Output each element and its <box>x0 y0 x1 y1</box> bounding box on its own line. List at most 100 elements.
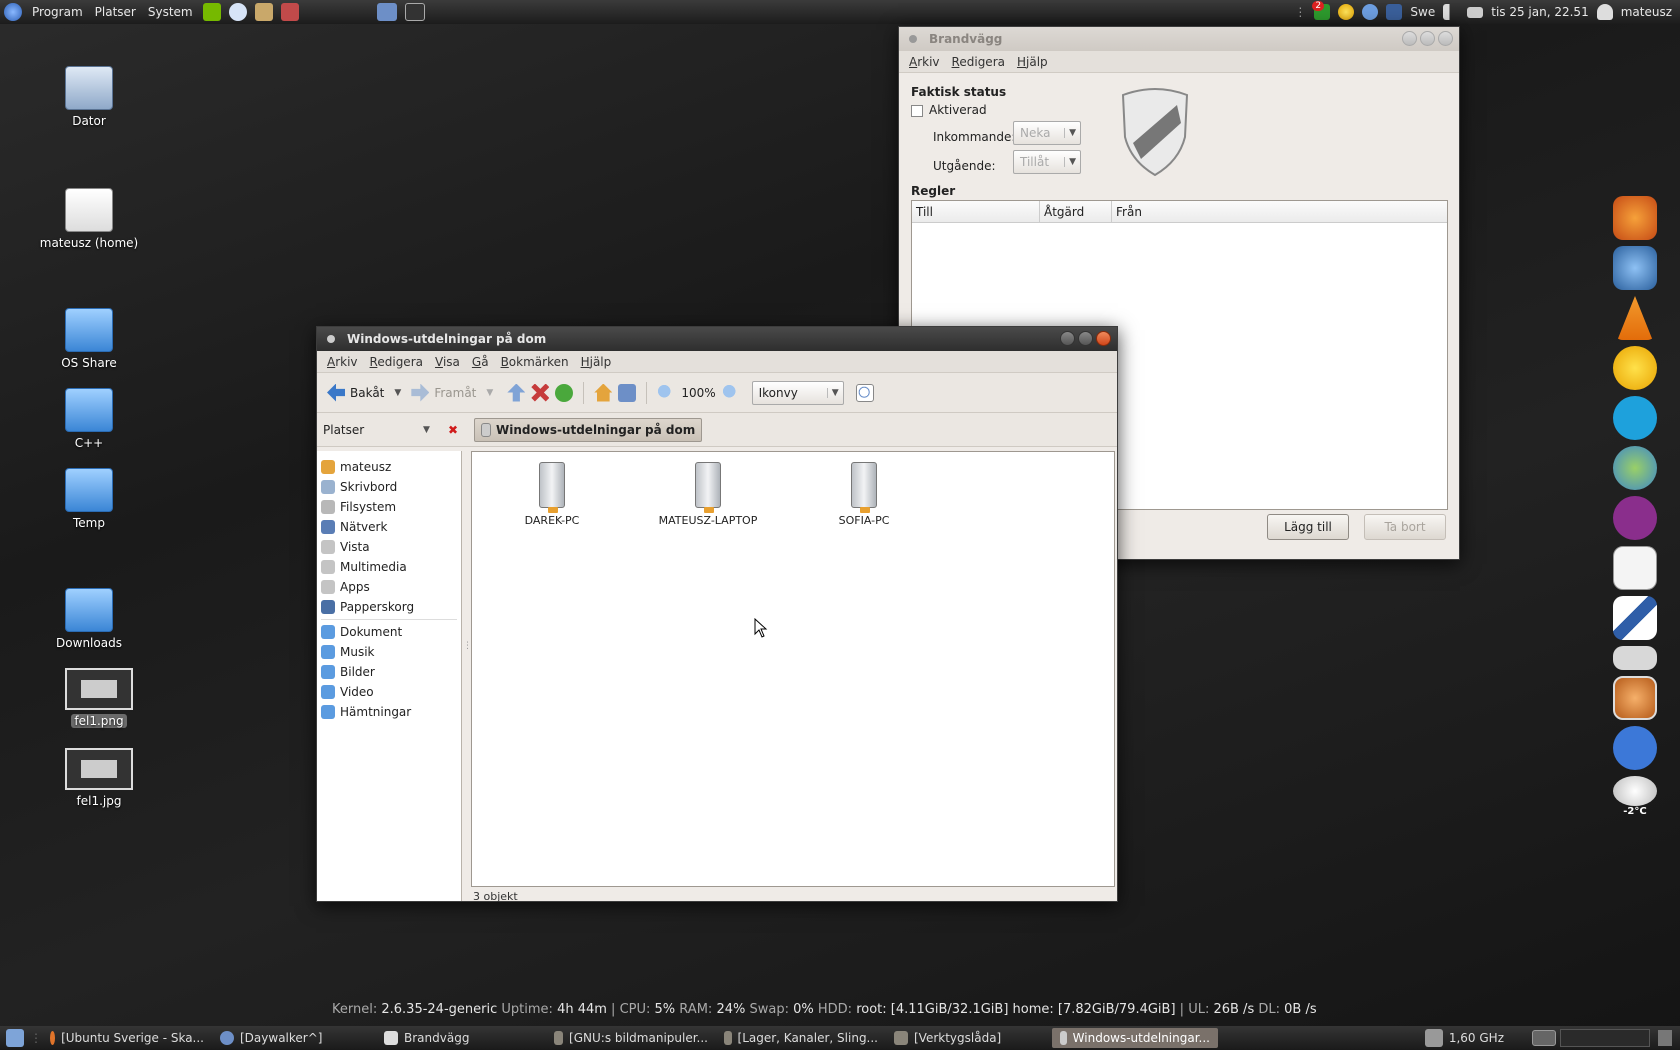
file-item-mateusz-laptop[interactable]: MATEUSZ-LAPTOP <box>648 462 768 527</box>
task-brandvagg[interactable]: Brandvägg <box>376 1028 546 1048</box>
workspace-switcher-icon[interactable] <box>1532 1030 1556 1046</box>
sidebar-item-hamtningar[interactable]: Hämtningar <box>317 702 461 722</box>
column-fran[interactable]: Från <box>1112 201 1447 222</box>
file-manager-titlebar[interactable]: Windows-utdelningar på dom <box>317 327 1117 351</box>
user-icon[interactable] <box>1596 4 1613 20</box>
close-sidebar-icon[interactable]: ✖ <box>448 423 458 437</box>
sidebar-item-multimedia[interactable]: Multimedia <box>317 557 461 577</box>
maximize-button[interactable] <box>1420 31 1435 46</box>
menu-bokmarken[interactable]: Bokmärken <box>495 355 575 369</box>
window-menu-icon[interactable] <box>909 35 917 43</box>
sidebar-item-papperskorg[interactable]: Papperskorg <box>317 597 461 617</box>
contacts-icon[interactable] <box>1362 4 1379 20</box>
menu-program[interactable]: Program <box>26 5 89 19</box>
desktop-icon-cpp[interactable]: C++ <box>34 388 144 450</box>
cpu-freq-icon[interactable] <box>1424 1029 1443 1047</box>
icon-view[interactable]: DAREK-PC MATEUSZ-LAPTOP SOFIA-PC <box>471 451 1115 887</box>
sidebar-item-mateusz[interactable]: mateusz <box>317 457 461 477</box>
enabled-row[interactable]: Aktiverad <box>911 103 987 117</box>
user-name[interactable]: mateusz <box>1621 5 1672 19</box>
search-icon[interactable] <box>1386 4 1403 20</box>
firewall-shield-icon[interactable] <box>1613 596 1657 640</box>
enabled-checkbox[interactable] <box>911 104 923 117</box>
firewall-titlebar[interactable]: Brandvägg <box>899 27 1459 51</box>
menu-arkiv[interactable]: Arkiv <box>321 355 364 369</box>
nvidia-icon[interactable] <box>202 3 221 21</box>
terminal-icon[interactable] <box>404 3 425 21</box>
search-icon[interactable] <box>855 383 874 402</box>
zoom-out-icon[interactable] <box>657 383 676 402</box>
window-menu-icon[interactable] <box>327 335 335 343</box>
zoom-in-icon[interactable] <box>721 383 740 402</box>
sidebar-item-vista[interactable]: Vista <box>317 537 461 557</box>
clock[interactable]: tis 25 jan, 22.51 <box>1491 5 1588 19</box>
task-windows-shares[interactable]: Windows-utdelningar... <box>1052 1028 1218 1048</box>
pidgin-dock-icon[interactable] <box>1613 726 1657 770</box>
task-daywalker[interactable]: [Daywalker^] <box>212 1028 376 1048</box>
sidebar-item-dokument[interactable]: Dokument <box>317 622 461 642</box>
file-item-darek-pc[interactable]: DAREK-PC <box>492 462 612 527</box>
desktop-icon-fel1-png[interactable]: fel1.png <box>44 668 154 728</box>
task-layers[interactable]: [Lager, Kanaler, Sling... <box>716 1028 886 1048</box>
column-atgard[interactable]: Åtgärd <box>1040 201 1112 222</box>
sun-icon[interactable] <box>1338 4 1355 20</box>
menu-hjalp[interactable]: Hjälp <box>1011 55 1054 69</box>
menu-system[interactable]: System <box>142 5 199 19</box>
document-icon[interactable] <box>1613 546 1657 590</box>
ubuntu-logo-icon[interactable] <box>4 3 22 21</box>
remove-rule-button[interactable]: Ta bort <box>1364 514 1446 540</box>
sidebar-item-apps[interactable]: Apps <box>317 577 461 597</box>
media-player-icon[interactable] <box>1613 496 1657 540</box>
desktop-icon-fel1-jpg[interactable]: fel1.jpg <box>44 748 154 808</box>
desktop-icon-os-share[interactable]: OS Share <box>34 308 144 370</box>
minimize-button[interactable] <box>1402 31 1417 46</box>
incoming-select[interactable]: Neka ▼ <box>1013 121 1081 145</box>
thunderbird-icon[interactable] <box>1613 246 1657 290</box>
back-history-chevron-icon[interactable]: ▼ <box>394 388 401 398</box>
cpu-frequency[interactable]: 1,60 GHz <box>1449 1031 1504 1045</box>
weather-cloud-icon[interactable] <box>1613 776 1657 806</box>
shell-icon[interactable] <box>1613 676 1657 720</box>
task-toolbox[interactable]: [Verktygslåda] <box>886 1028 1052 1048</box>
up-arrow-icon[interactable] <box>507 383 526 402</box>
minimize-button[interactable] <box>1060 331 1075 346</box>
show-desktop-icon[interactable] <box>6 1029 24 1047</box>
menu-redigera[interactable]: Redigera <box>946 55 1011 69</box>
workspace-2[interactable] <box>1560 1029 1650 1047</box>
printer-icon[interactable] <box>254 3 273 21</box>
maximize-button[interactable] <box>1078 331 1093 346</box>
trash-applet-icon[interactable] <box>1658 1030 1672 1046</box>
menu-hjalp[interactable]: Hjälp <box>575 355 618 369</box>
breadcrumb[interactable]: Windows-utdelningar på dom <box>474 417 703 442</box>
computer-icon[interactable] <box>618 383 637 402</box>
menu-arkiv[interactable]: Arkiv <box>903 55 946 69</box>
task-gimp[interactable]: [GNU:s bildmanipuler... <box>546 1028 716 1048</box>
column-till[interactable]: Till <box>912 201 1040 222</box>
menu-platser[interactable]: Platser <box>89 5 142 19</box>
task-ubuntu-sverige[interactable]: [Ubuntu Sverige - Ska... <box>42 1028 212 1048</box>
show-desktop-icon[interactable] <box>376 3 397 21</box>
sidebar-item-bilder[interactable]: Bilder <box>317 662 461 682</box>
update-notifier-icon[interactable]: 2 <box>1312 1 1331 20</box>
close-button[interactable] <box>1096 331 1111 346</box>
sidebar-item-skrivbord[interactable]: Skrivbord <box>317 477 461 497</box>
file-item-sofia-pc[interactable]: SOFIA-PC <box>804 462 924 527</box>
view-mode-select[interactable]: Ikonvy ▼ <box>751 380 844 405</box>
mail-icon[interactable] <box>1467 6 1484 18</box>
chevron-down-icon[interactable]: ▼ <box>423 425 430 435</box>
outgoing-select[interactable]: Tillåt ▼ <box>1013 150 1081 174</box>
keyboard-layout[interactable]: Swe <box>1410 5 1435 19</box>
pidgin-icon[interactable] <box>228 3 247 21</box>
vlc-icon[interactable] <box>1617 296 1653 340</box>
menu-redigera[interactable]: Redigera <box>364 355 429 369</box>
add-rule-button[interactable]: Lägg till <box>1267 514 1349 540</box>
package-icon[interactable] <box>280 3 299 21</box>
forward-history-chevron-icon[interactable]: ▼ <box>486 388 493 398</box>
desktop-icon-downloads[interactable]: Downloads <box>34 588 144 650</box>
weather-sun-icon[interactable] <box>1613 346 1657 390</box>
messenger-icon[interactable] <box>1613 446 1657 490</box>
sidebar-item-video[interactable]: Video <box>317 682 461 702</box>
menu-visa[interactable]: Visa <box>429 355 466 369</box>
back-button[interactable]: Bakåt <box>323 380 388 406</box>
reload-icon[interactable] <box>555 383 574 402</box>
